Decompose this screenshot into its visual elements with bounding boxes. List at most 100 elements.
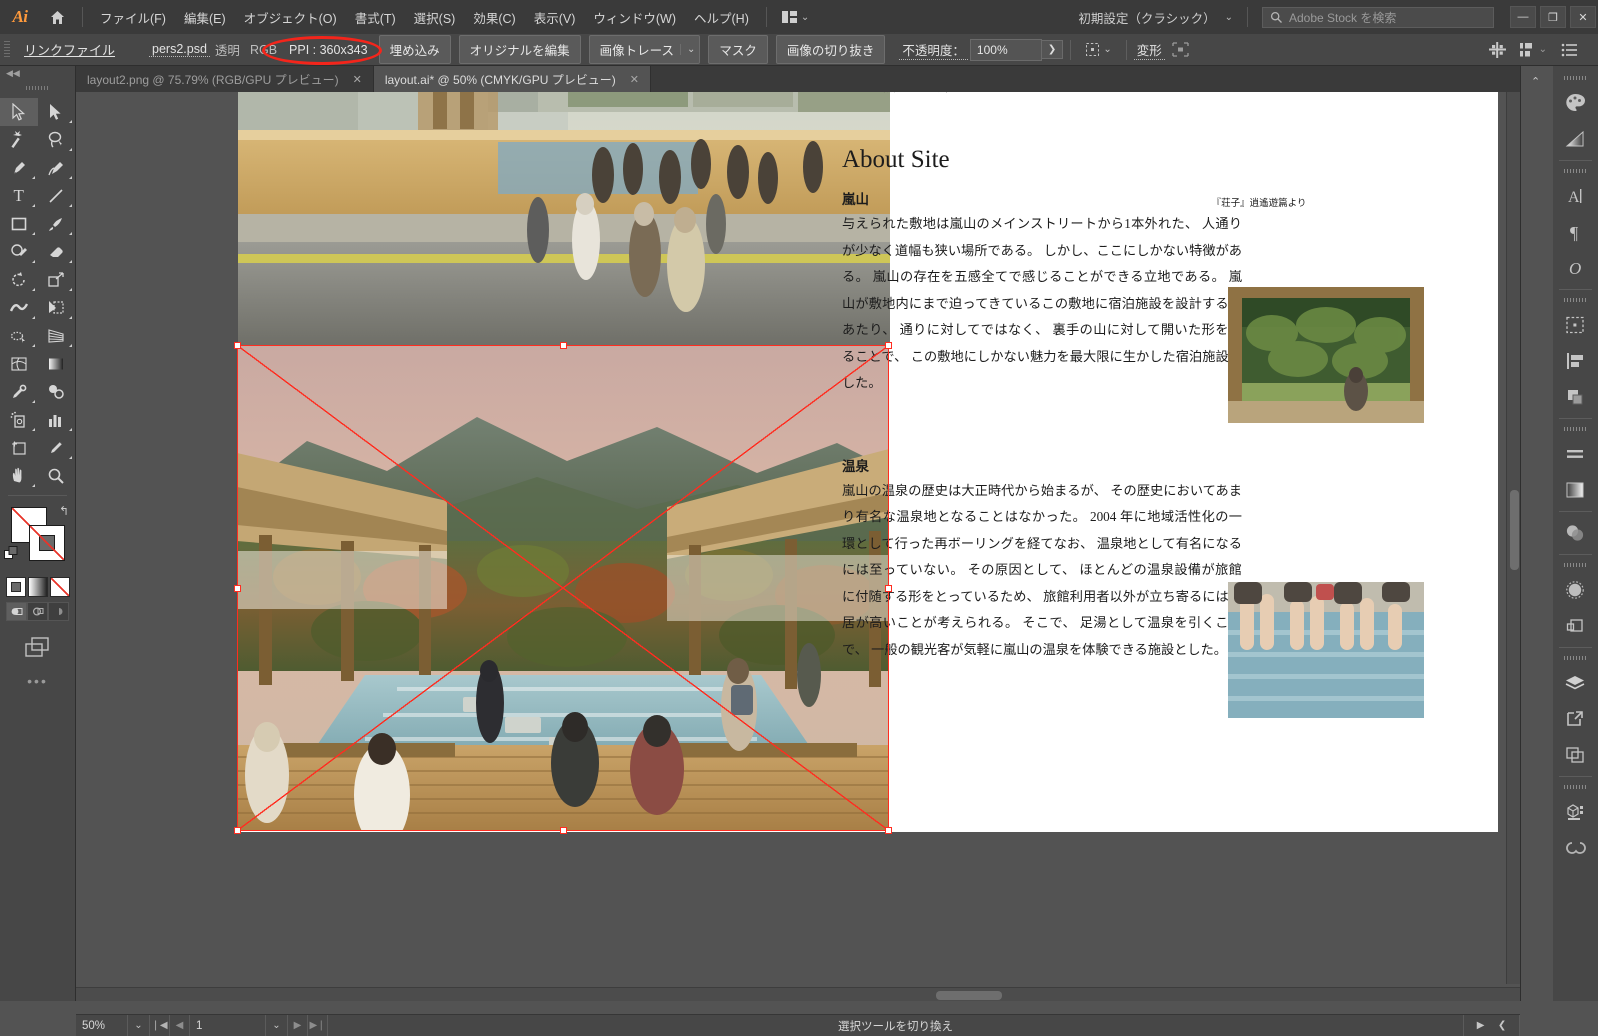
dock-gripper-5[interactable] <box>1564 560 1586 570</box>
toolbar-collapse-button[interactable]: ◀◀ <box>0 66 75 80</box>
tab-close-icon[interactable]: ✕ <box>353 73 362 86</box>
gradient2-panel-icon[interactable] <box>1553 472 1598 508</box>
artboard2-panel-icon[interactable] <box>1553 737 1598 773</box>
opacity-input[interactable]: 100% <box>970 39 1042 61</box>
dock-gripper-4[interactable] <box>1564 424 1586 434</box>
crop-image-button[interactable]: 画像の切り抜き <box>776 35 886 64</box>
minimize-button[interactable]: — <box>1510 6 1536 28</box>
magic-wand-tool[interactable] <box>0 126 38 154</box>
draw-inside-button[interactable] <box>48 602 69 621</box>
first-artboard-button[interactable]: ❘◀ <box>150 1015 170 1036</box>
pen-tool[interactable] <box>0 154 38 182</box>
edit-original-button[interactable]: オリジナルを編集 <box>459 35 581 64</box>
dock-gripper-1[interactable] <box>1564 73 1586 83</box>
embed-button[interactable]: 埋め込み <box>379 35 451 64</box>
zoom-tool[interactable] <box>38 462 76 490</box>
panel-menu-button[interactable] <box>1554 43 1584 57</box>
zoom-level-input[interactable]: 50% <box>76 1015 128 1036</box>
column-graph-tool[interactable] <box>38 406 76 434</box>
image-trace-button[interactable]: 画像トレース ⌄ <box>589 35 701 64</box>
paragraph-panel-icon[interactable]: ¶ <box>1553 214 1598 250</box>
menu-help[interactable]: ヘルプ(H) <box>685 3 758 32</box>
graphic-styles-panel-icon[interactable] <box>1553 608 1598 644</box>
menu-select[interactable]: 選択(S) <box>405 3 465 32</box>
solid-color-button[interactable] <box>6 577 26 597</box>
placed-image-pers2-selected[interactable] <box>237 345 889 831</box>
align-to-button[interactable]: ⌄ <box>1513 42 1554 58</box>
transparency-panel-icon[interactable] <box>1553 515 1598 551</box>
opacity-expand-icon[interactable]: ❯ <box>1042 40 1063 59</box>
rectangle-tool[interactable] <box>0 210 38 238</box>
tab-layout-ai[interactable]: layout.ai* @ 50% (CMYK/GPU プレビュー) ✕ <box>374 66 651 92</box>
scale-tool[interactable] <box>38 266 76 294</box>
inline-photo-onsen[interactable] <box>1228 582 1424 718</box>
status-play-icon[interactable]: ▶ <box>1477 1020 1485 1031</box>
none-color-button[interactable] <box>50 577 70 597</box>
hand-tool[interactable] <box>0 462 38 490</box>
eyedropper-tool[interactable] <box>0 378 38 406</box>
dock-gripper-2[interactable] <box>1564 166 1586 176</box>
menu-window[interactable]: ウィンドウ(W) <box>584 3 685 32</box>
gradient-tool[interactable] <box>38 350 76 378</box>
toolbar-gripper[interactable] <box>26 82 50 94</box>
draw-normal-button[interactable] <box>6 602 27 621</box>
placed-image-pers1[interactable] <box>238 92 890 346</box>
adobe-stock-search[interactable]: Adobe Stock を検索 <box>1262 7 1494 28</box>
dock-gripper-3[interactable] <box>1564 295 1586 305</box>
horizontal-scroll-thumb[interactable] <box>936 991 1002 1000</box>
tab-close-icon[interactable]: ✕ <box>630 73 639 86</box>
pathfinder-panel-icon[interactable] <box>1553 379 1598 415</box>
mesh-tool[interactable] <box>0 350 38 378</box>
isolate-selected-object-button[interactable] <box>1165 42 1196 57</box>
artboards-panel-icon[interactable] <box>1553 307 1598 343</box>
lasso-tool[interactable] <box>38 126 76 154</box>
prev-artboard-button[interactable]: ◀ <box>170 1015 190 1036</box>
blend-tool[interactable] <box>38 378 76 406</box>
menu-effect[interactable]: 効果(C) <box>464 3 524 32</box>
distribute-spacing-button[interactable] <box>1482 42 1513 58</box>
eraser-tool[interactable] <box>38 238 76 266</box>
layers-panel-icon[interactable] <box>1553 665 1598 701</box>
shape-builder-tool[interactable] <box>0 322 38 350</box>
paintbrush-tool[interactable] <box>38 210 76 238</box>
character-panel-icon[interactable]: A <box>1553 178 1598 214</box>
color-panel-icon[interactable] <box>1553 85 1598 121</box>
selection-tool[interactable] <box>0 98 38 126</box>
zoom-dropdown-caret-icon[interactable]: ⌄ <box>128 1015 150 1036</box>
curvature-tool[interactable] <box>38 154 76 182</box>
free-transform-tool[interactable] <box>38 294 76 322</box>
menu-object[interactable]: オブジェクト(O) <box>235 3 346 32</box>
menu-view[interactable]: 表示(V) <box>525 3 585 32</box>
shaper-tool[interactable] <box>0 238 38 266</box>
screen-mode-button[interactable] <box>0 635 75 659</box>
close-button[interactable]: ✕ <box>1570 6 1596 28</box>
stroke-panel-icon[interactable] <box>1553 436 1598 472</box>
default-fill-stroke-icon[interactable] <box>4 546 20 567</box>
status-menu-caret-icon[interactable]: ❮ <box>1498 1020 1506 1031</box>
width-tool[interactable] <box>0 294 38 322</box>
mask-button[interactable]: マスク <box>708 35 768 64</box>
tab-layout2-png[interactable]: layout2.png @ 75.79% (RGB/GPU プレビュー) ✕ <box>76 66 374 92</box>
direct-selection-tool[interactable] <box>38 98 76 126</box>
swap-fill-stroke-icon[interactable]: ↰ <box>59 504 69 518</box>
workspace-switcher[interactable]: 初期設定（クラシック） ⌄ <box>1072 5 1239 30</box>
line-segment-tool[interactable] <box>38 182 76 210</box>
opacity-label[interactable]: 不透明度： <box>899 40 968 60</box>
linked-file-name[interactable]: pers2.psd <box>149 42 210 57</box>
arrange-documents-button[interactable]: ⌄ <box>775 7 816 27</box>
perspective-grid-tool[interactable] <box>38 322 76 350</box>
inline-photo-site[interactable] <box>1228 287 1424 423</box>
status-bar-controls[interactable]: ▶ ❮ <box>1464 1015 1520 1036</box>
last-artboard-button[interactable]: ▶❘ <box>308 1015 328 1036</box>
slice-tool[interactable] <box>38 434 76 462</box>
asset-export-panel-icon[interactable] <box>1553 794 1598 830</box>
dock-gripper-6[interactable] <box>1564 653 1586 663</box>
symbol-sprayer-tool[interactable] <box>0 406 38 434</box>
edit-toolbar-button[interactable]: ••• <box>0 673 75 689</box>
menu-type[interactable]: 書式(T) <box>346 3 405 32</box>
vertical-scrollbar[interactable] <box>1506 92 1520 984</box>
maximize-button[interactable]: ❐ <box>1540 6 1566 28</box>
control-bar-gripper[interactable] <box>4 41 10 59</box>
appearance-panel-icon[interactable] <box>1553 572 1598 608</box>
image-trace-caret-icon[interactable]: ⌄ <box>680 44 695 55</box>
